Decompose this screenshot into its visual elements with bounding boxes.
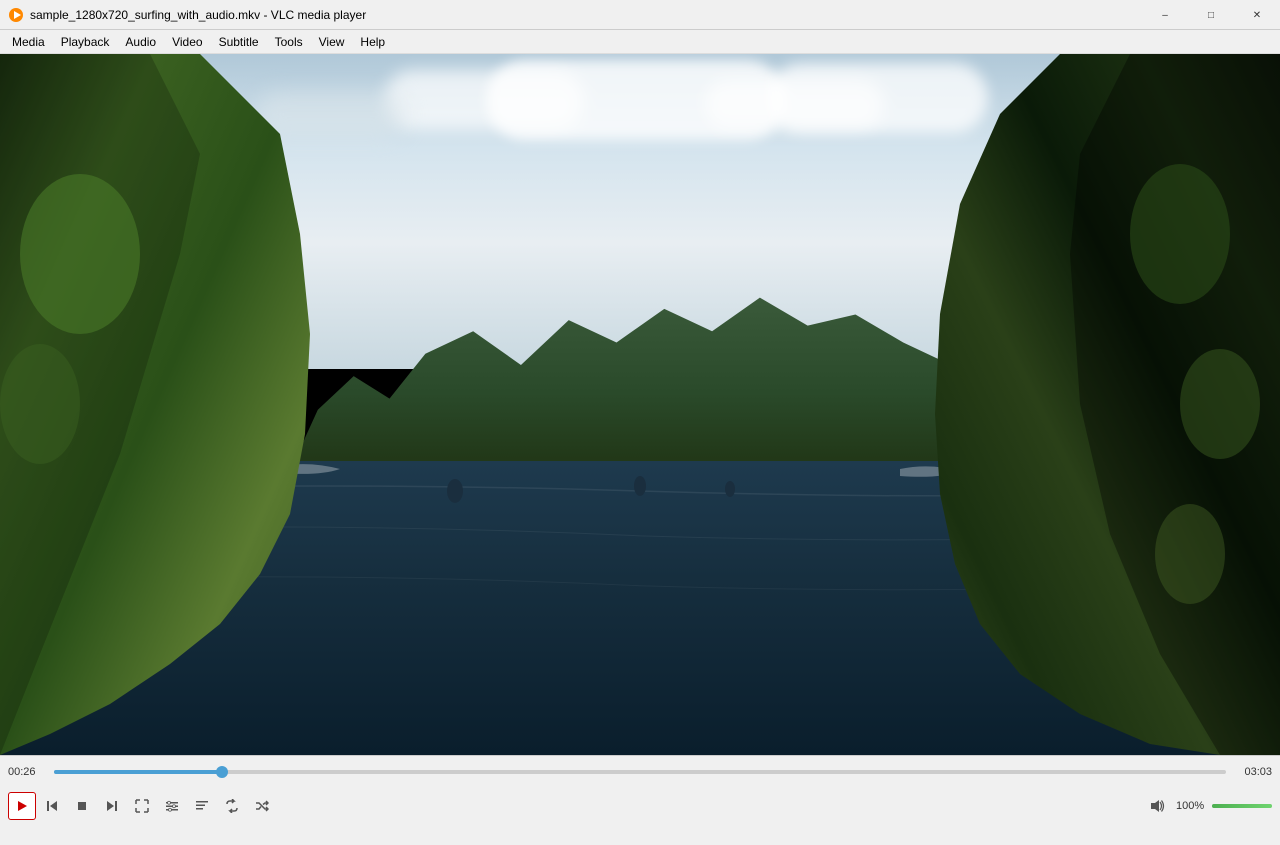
progress-row: 00:26 03:03 <box>8 760 1272 784</box>
stop-button[interactable] <box>68 792 96 820</box>
left-controls <box>8 792 276 820</box>
volume-fill <box>1212 804 1272 808</box>
menu-subtitle[interactable]: Subtitle <box>211 31 267 53</box>
fullscreen-button[interactable] <box>128 792 156 820</box>
volume-label: 100% <box>1176 800 1208 812</box>
playlist-icon <box>195 799 209 813</box>
menu-playback[interactable]: Playback <box>53 31 118 53</box>
progress-track[interactable] <box>54 770 1226 774</box>
progress-fill <box>54 770 222 774</box>
skip-forward-button[interactable] <box>98 792 126 820</box>
volume-area: 100% <box>1144 792 1272 820</box>
progress-handle[interactable] <box>216 766 228 778</box>
menu-bar: Media Playback Audio Video Subtitle Tool… <box>0 30 1280 54</box>
volume-icon <box>1150 799 1166 813</box>
menu-audio[interactable]: Audio <box>117 31 164 53</box>
playlist-button[interactable] <box>188 792 216 820</box>
skip-back-icon <box>45 799 59 813</box>
volume-track[interactable] <box>1212 804 1272 808</box>
cliff-left <box>0 54 320 755</box>
fullscreen-icon <box>135 799 149 813</box>
menu-view[interactable]: View <box>311 31 353 53</box>
play-button[interactable] <box>8 792 36 820</box>
ext-controls-button[interactable] <box>158 792 186 820</box>
video-canvas <box>0 54 1280 755</box>
window-controls: – □ ✕ <box>1142 0 1280 29</box>
window-title: sample_1280x720_surfing_with_audio.mkv -… <box>30 8 366 22</box>
shuffle-icon <box>255 799 269 813</box>
app-icon <box>8 7 24 23</box>
buttons-row: 100% <box>8 788 1272 824</box>
time-current: 00:26 <box>8 766 46 778</box>
controls-bar: 00:26 03:03 <box>0 755 1280 845</box>
maximize-button[interactable]: □ <box>1188 0 1234 30</box>
ext-controls-icon <box>165 799 179 813</box>
title-bar-left: sample_1280x720_surfing_with_audio.mkv -… <box>0 7 366 23</box>
stop-icon <box>75 799 89 813</box>
menu-tools[interactable]: Tools <box>267 31 311 53</box>
cliff-right <box>880 54 1280 755</box>
menu-video[interactable]: Video <box>164 31 210 53</box>
menu-help[interactable]: Help <box>352 31 393 53</box>
title-bar: sample_1280x720_surfing_with_audio.mkv -… <box>0 0 1280 30</box>
video-area[interactable] <box>0 54 1280 755</box>
skip-forward-icon <box>105 799 119 813</box>
volume-button[interactable] <box>1144 792 1172 820</box>
loop-icon <box>225 799 239 813</box>
skip-back-button[interactable] <box>38 792 66 820</box>
play-icon <box>16 800 28 812</box>
shuffle-button[interactable] <box>248 792 276 820</box>
minimize-button[interactable]: – <box>1142 0 1188 30</box>
loop-button[interactable] <box>218 792 246 820</box>
right-controls: 100% <box>1144 792 1272 820</box>
time-total: 03:03 <box>1234 766 1272 778</box>
menu-media[interactable]: Media <box>4 31 53 53</box>
close-button[interactable]: ✕ <box>1234 0 1280 30</box>
